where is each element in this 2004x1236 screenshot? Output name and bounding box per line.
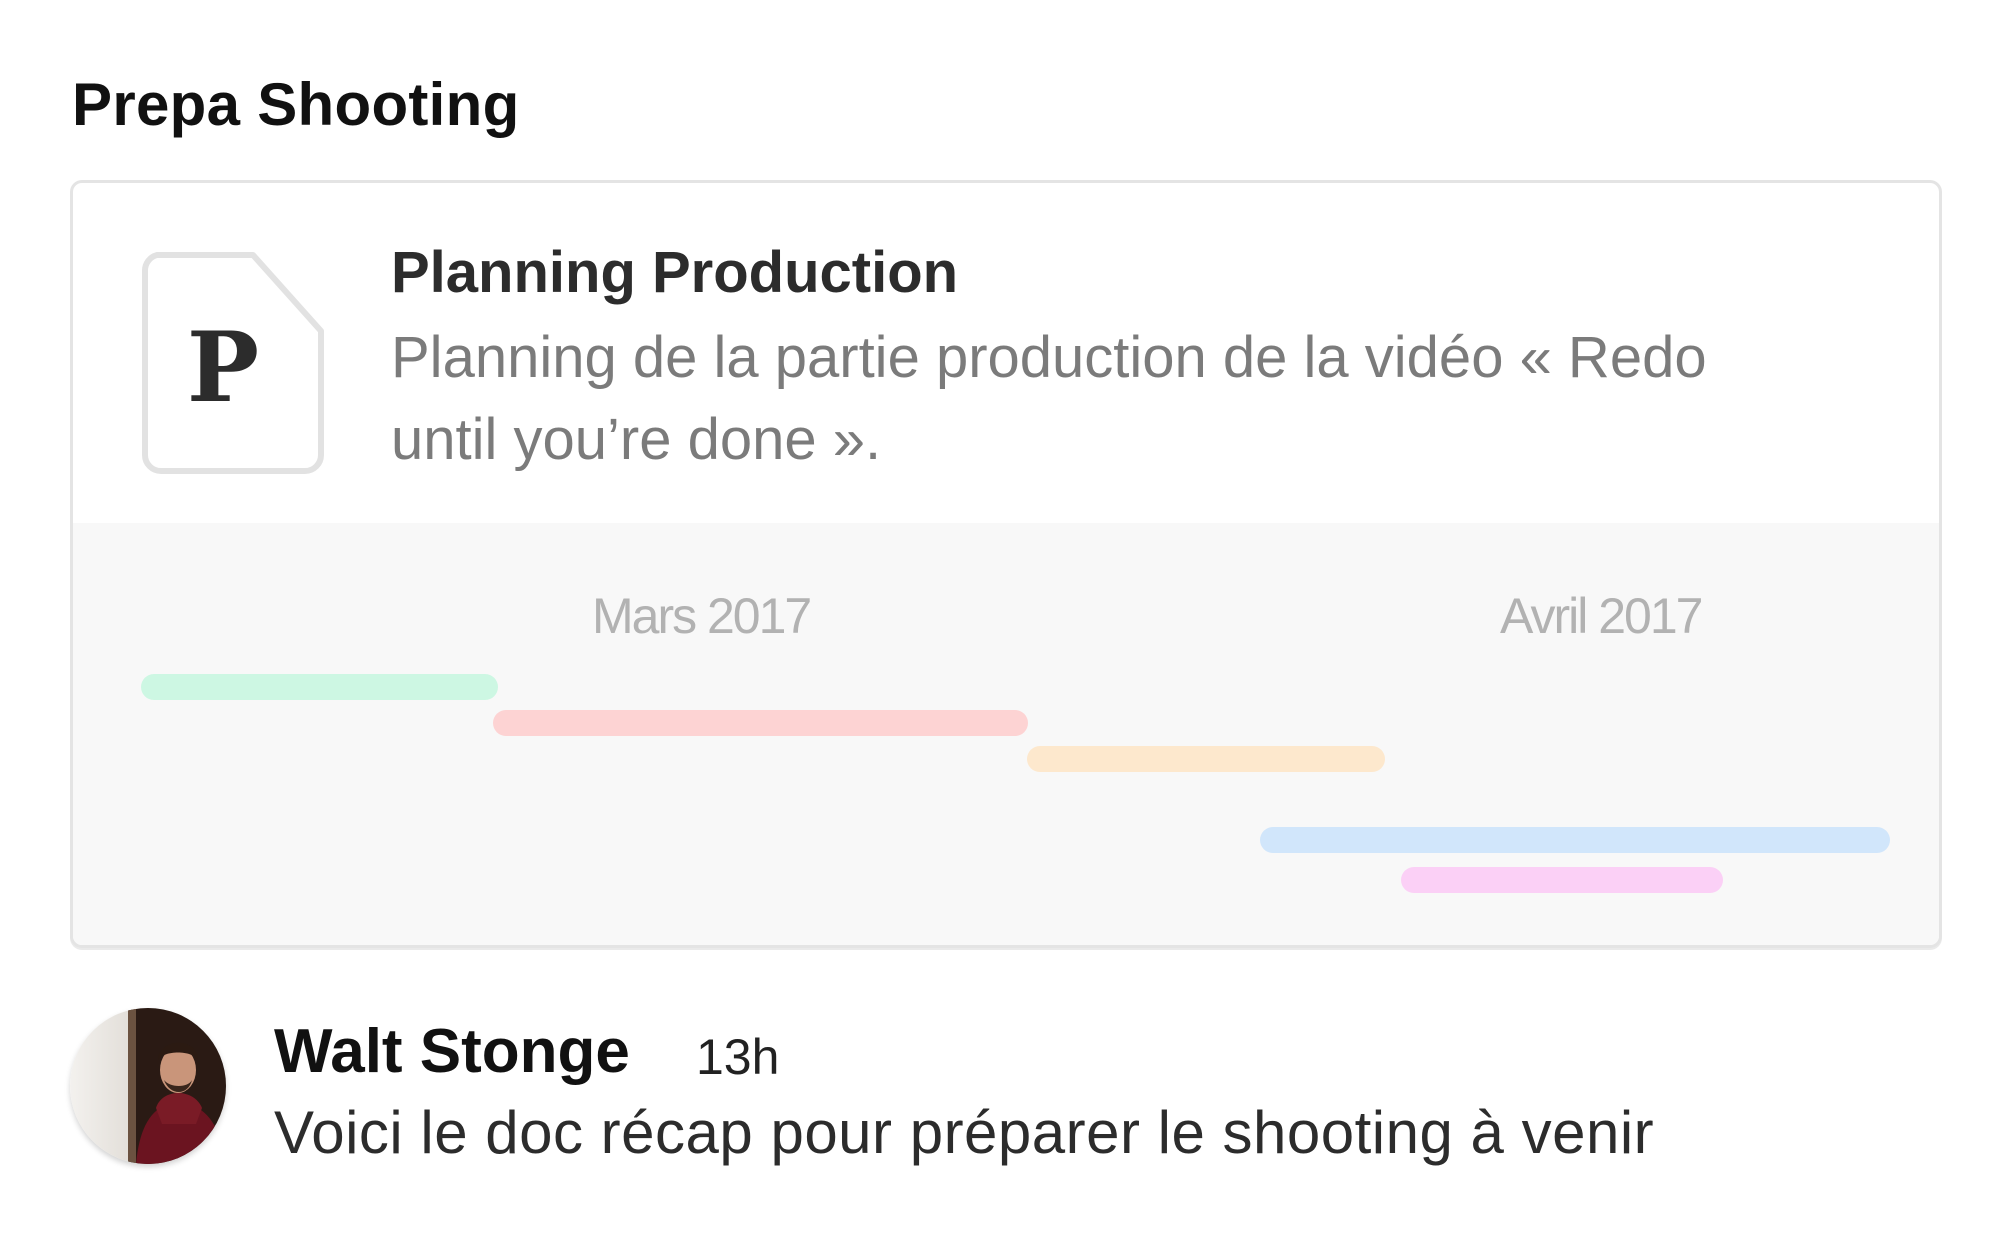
document-description: Planning de la partie production de la v… — [391, 325, 1707, 472]
document-icon: P — [141, 251, 325, 475]
document-title[interactable]: Planning Production — [391, 239, 958, 306]
document-icon-letter: P — [187, 311, 259, 424]
timeline-bar — [1027, 746, 1385, 772]
timeline-month-march: Mars 2017 — [592, 588, 812, 644]
timeline-bar — [493, 710, 1028, 736]
document-card[interactable]: P Planning Production Planning de la par… — [70, 180, 1942, 948]
timeline-preview: Mars 2017 Avril 2017 — [73, 523, 1939, 945]
comment-item: Walt Stonge 13h Voici le doc récap pour … — [70, 1008, 1950, 1168]
comment-timestamp: 13h — [696, 1029, 780, 1085]
comment-author[interactable]: Walt Stonge — [274, 1016, 630, 1087]
timeline-bar — [1260, 827, 1890, 853]
avatar[interactable] — [70, 1008, 226, 1164]
timeline-bar — [1401, 867, 1723, 893]
timeline-bar — [141, 674, 498, 700]
section-title: Prepa Shooting — [72, 71, 520, 138]
comment-text: Voici le doc récap pour préparer le shoo… — [274, 1099, 1655, 1166]
timeline-month-april: Avril 2017 — [1500, 588, 1703, 644]
